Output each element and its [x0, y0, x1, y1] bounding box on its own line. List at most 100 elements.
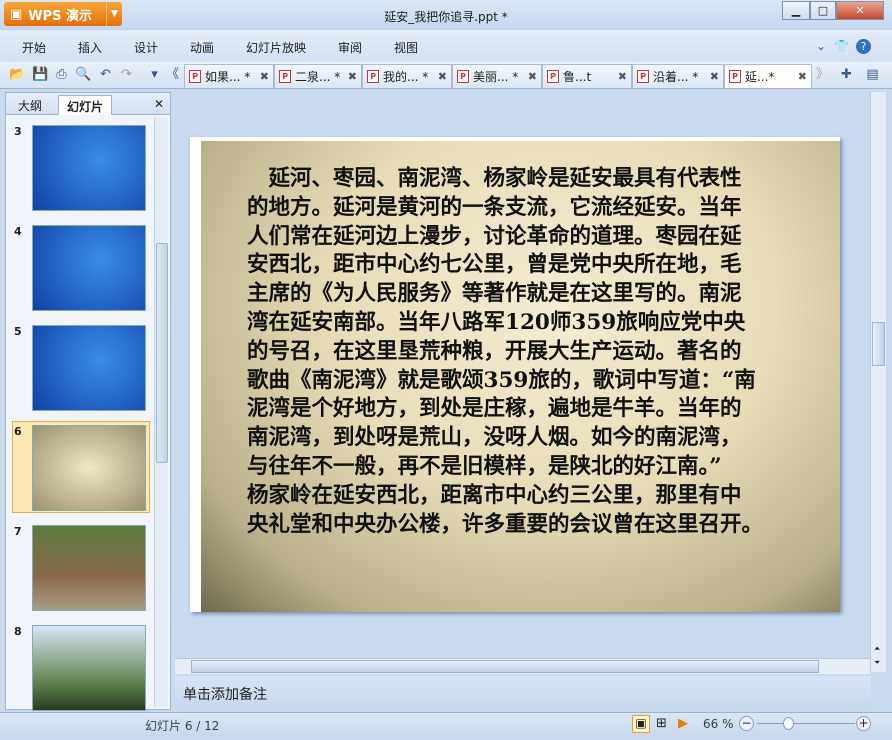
thumbnail-number: 4	[14, 225, 22, 238]
slide-thumbnail-4[interactable]	[32, 225, 146, 311]
thumbnail-scrollbar[interactable]	[154, 117, 168, 707]
text-line: 与往年不一般，再不是旧模样，是陕北的好江南。”	[247, 453, 722, 479]
tabs-right-icon[interactable]: 》	[814, 66, 831, 83]
slide-canvas[interactable]: 延河、枣园、南泥湾、杨家岭是延安最具有代表性 的地方。延河是黄河的一条支流，它流…	[190, 137, 840, 612]
print-preview-icon[interactable]: 🔍	[75, 66, 92, 83]
slide-thumbnail-8[interactable]	[32, 625, 146, 711]
close-tab-icon[interactable]: ✖	[348, 70, 357, 83]
scrollbar-thumb[interactable]	[872, 322, 885, 366]
doc-tab[interactable]: P 沿着... * ✖	[632, 64, 724, 88]
zoom-level: 66 %	[703, 717, 734, 731]
window-title: 延安_我把你追寻.ppt *	[384, 10, 508, 24]
zoom-in-button[interactable]: +	[856, 716, 871, 731]
ppt-file-icon: P	[457, 70, 469, 83]
menu-bar: 开始 插入 设计 动画 幻灯片放映 审阅 视图 ⌄ 👕 ?	[0, 30, 892, 62]
text-line: 泥湾是个好地方，到处是庄稼，遍地是牛羊。当年的	[247, 396, 742, 422]
thumbnail-number: 7	[14, 525, 22, 538]
status-bar: 幻灯片 6 / 12 ▣ ⊞ ▶ 66 % − +	[0, 712, 892, 736]
slide-thumbnail-7[interactable]	[32, 525, 146, 611]
text-line: 的地方。延河是黄河的一条支流，它流经延安。当年	[247, 194, 742, 220]
menu-start[interactable]: 开始	[22, 39, 46, 56]
close-tab-icon[interactable]: ✖	[798, 70, 807, 83]
doc-tab[interactable]: P 我的... * ✖	[362, 64, 452, 88]
ppt-file-icon: P	[279, 70, 291, 83]
slide-thumbnail-5[interactable]	[32, 325, 146, 411]
close-tab-icon[interactable]: ✖	[618, 70, 627, 83]
menu-slideshow[interactable]: 幻灯片放映	[246, 39, 306, 56]
customize-icon[interactable]: ▾	[146, 66, 163, 83]
close-tab-icon[interactable]: ✖	[710, 70, 719, 83]
text-line: 延河、枣园、南泥湾、杨家岭是延安最具有代表性	[247, 166, 742, 191]
slide-counter: 幻灯片 6 / 12	[145, 719, 220, 733]
help-icon[interactable]: ?	[856, 39, 871, 54]
print-icon[interactable]: ⎙	[53, 66, 70, 83]
redo-icon[interactable]: ↷	[118, 66, 135, 83]
save-icon[interactable]: 💾	[32, 66, 49, 83]
ppt-file-icon: P	[729, 70, 741, 83]
text-line: 的号召，在这里垦荒种粮，开展大生产运动。著名的	[247, 338, 742, 364]
text-line: 湾在延安南部。当年八路军120师359旅响应党中央	[247, 309, 746, 335]
doc-tab-active[interactable]: P 延...* ✖	[724, 64, 812, 88]
text-line: 人们常在延河边上漫步，讨论革命的道理。枣园在延	[247, 223, 742, 249]
menu-review[interactable]: 审阅	[338, 39, 362, 56]
doc-tab[interactable]: P 鲁...t ✖	[542, 64, 632, 88]
slide-thumbnail-3[interactable]	[32, 125, 146, 211]
vertical-scrollbar[interactable]: ⏶ ⏷	[870, 92, 886, 672]
thumbnail-number: 3	[14, 125, 22, 138]
ppt-file-icon: P	[189, 70, 201, 83]
text-line: 南泥湾，到处呀是荒山，没呀人烟。如今的南泥湾，	[247, 425, 742, 451]
tab-outline[interactable]: 大纲	[10, 95, 50, 115]
title-bar: ▣ WPS 演示 ▼ 延安_我把你追寻.ppt * ▁ □ ✕	[0, 0, 892, 30]
zoom-slider-thumb[interactable]	[783, 717, 794, 730]
close-pane-icon[interactable]: ✕	[154, 97, 164, 111]
text-line: 杨家岭在延安西北，距离市中心约三公里，那里有中	[247, 482, 742, 508]
minimize-button[interactable]: ▁	[782, 1, 810, 20]
tabs-left-icon[interactable]: 《	[164, 66, 181, 83]
close-tab-icon[interactable]: ✖	[438, 70, 447, 83]
zoom-slider[interactable]	[757, 723, 855, 724]
thumbnail-number: 6	[14, 425, 22, 438]
maximize-button[interactable]: □	[810, 1, 836, 20]
collapse-ribbon-icon[interactable]: ⌄	[816, 39, 826, 53]
menu-view[interactable]: 视图	[394, 39, 418, 56]
doc-tab[interactable]: P 二泉... * ✖	[274, 64, 362, 88]
text-line: 主席的《为人民服务》等著作就是在这里写的。南泥	[247, 281, 742, 307]
ppt-file-icon: P	[367, 70, 379, 83]
doc-tab[interactable]: P 美丽... * ✖	[452, 64, 542, 88]
toolbar: 📂 💾 ⎙ 🔍 ↶ ↷ ▾ 《 P 如果... * ✖ P 二泉... * ✖ P 我的.…	[0, 62, 892, 89]
normal-view-icon[interactable]: ▣	[632, 715, 650, 733]
slide-thumbnail-6[interactable]	[32, 425, 146, 511]
text-line: 歌曲《南泥湾》就是歌颂359旅的，歌词中写道：“南	[247, 367, 756, 393]
open-icon[interactable]: 📂	[9, 66, 26, 83]
undo-icon[interactable]: ↶	[97, 66, 114, 83]
horizontal-scrollbar[interactable]	[175, 658, 870, 674]
skin-icon[interactable]: 👕	[834, 39, 849, 53]
new-tab-icon[interactable]: ✚	[838, 66, 855, 83]
text-line: 央礼堂和中央办公楼，许多重要的会议曾在这里召开。	[247, 511, 764, 537]
menu-insert[interactable]: 插入	[78, 39, 102, 56]
next-slide-icon[interactable]: ⏷	[874, 658, 880, 668]
thumbnail-number: 8	[14, 625, 22, 638]
prev-slide-icon[interactable]: ⏶	[874, 644, 880, 654]
ppt-file-icon: P	[637, 70, 649, 83]
close-button[interactable]: ✕	[836, 1, 884, 20]
scrollbar-thumb[interactable]	[156, 243, 168, 463]
close-tab-icon[interactable]: ✖	[528, 70, 537, 83]
slide-sorter-icon[interactable]: ⊞	[656, 716, 667, 731]
doc-tab[interactable]: P 如果... * ✖	[184, 64, 274, 88]
notes-area[interactable]: 单击添加备注	[175, 676, 871, 710]
slideshow-icon[interactable]: ▶	[678, 716, 688, 731]
text-line: 安西北，距市中心约七公里，曾是党中央所在地，毛	[247, 252, 742, 278]
slide-text-box[interactable]: 延河、枣园、南泥湾、杨家岭是延安最具有代表性 的地方。延河是黄河的一条支流，它流…	[247, 165, 837, 539]
ppt-file-icon: P	[547, 70, 559, 83]
menu-design[interactable]: 设计	[134, 39, 158, 56]
menu-animation[interactable]: 动画	[190, 39, 214, 56]
pane-tabs: 大纲 幻灯片 ✕	[6, 93, 170, 115]
close-tab-icon[interactable]: ✖	[260, 70, 269, 83]
thumbnail-number: 5	[14, 325, 22, 338]
slide-pane: 大纲 幻灯片 ✕ 3 4 5 6 7 8	[5, 92, 171, 711]
zoom-out-button[interactable]: −	[739, 716, 754, 731]
scrollbar-thumb[interactable]	[191, 660, 819, 673]
window-list-icon[interactable]: ▤	[864, 66, 881, 83]
tab-slides[interactable]: 幻灯片	[58, 95, 113, 115]
